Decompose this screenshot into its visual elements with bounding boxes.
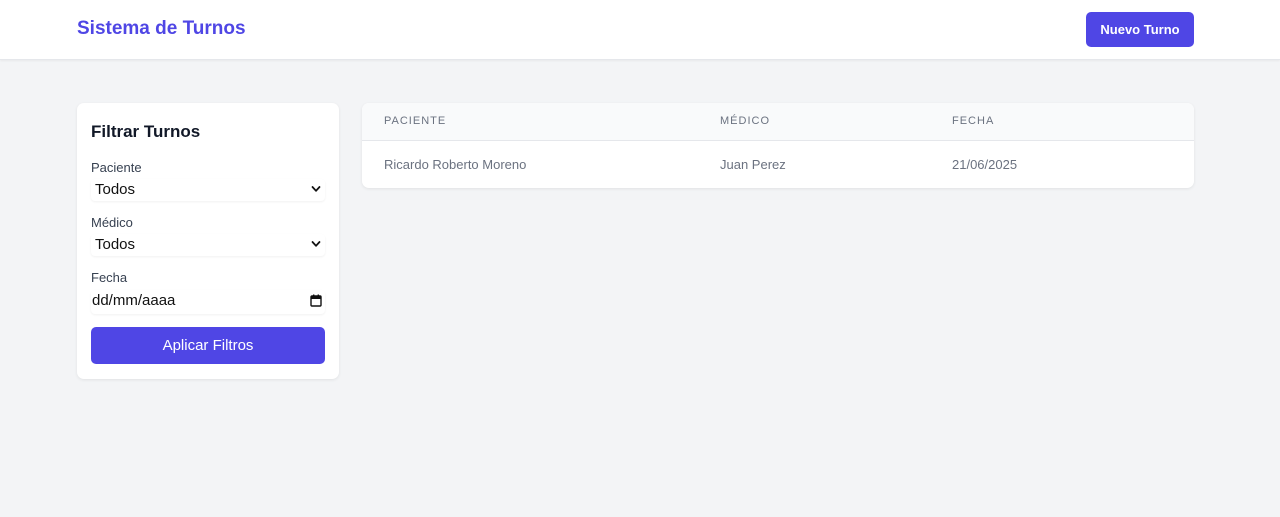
date-input[interactable]: dd/mm/aaaa <box>91 290 325 314</box>
patient-select-value: Todos <box>95 181 136 198</box>
filter-title: Filtrar Turnos <box>91 122 201 141</box>
cell-date: 21/06/2025 <box>952 157 1018 172</box>
table-row[interactable]: Ricardo Roberto Moreno Juan Perez 21/06/… <box>362 142 1194 188</box>
column-header-doctor: Médico <box>720 115 770 127</box>
appointments-table: Paciente Médico Fecha Ricardo Roberto Mo… <box>362 103 1194 188</box>
chevron-down-icon <box>311 241 321 247</box>
column-header-patient: Paciente <box>384 115 447 127</box>
patient-select[interactable]: Todos <box>91 179 325 201</box>
cell-doctor: Juan Perez <box>720 157 786 172</box>
patient-filter-label: Paciente <box>91 160 142 175</box>
doctor-select-value: Todos <box>95 236 136 253</box>
filter-panel: Filtrar Turnos Paciente Todos Médico Tod… <box>77 103 339 379</box>
doctor-select[interactable]: Todos <box>91 234 325 256</box>
top-navbar: Sistema de Turnos Nuevo Turno <box>0 0 1280 60</box>
new-appointment-button[interactable]: Nuevo Turno <box>1086 12 1194 47</box>
date-input-placeholder: dd/mm/aaaa <box>92 292 176 309</box>
doctor-filter-label: Médico <box>91 215 133 230</box>
date-filter-label: Fecha <box>91 270 128 285</box>
app-title[interactable]: Sistema de Turnos <box>77 18 246 40</box>
chevron-down-icon <box>311 186 321 192</box>
apply-filters-button[interactable]: Aplicar Filtros <box>91 327 325 364</box>
table-header: Paciente Médico Fecha <box>362 103 1194 141</box>
column-header-date: Fecha <box>952 115 995 127</box>
calendar-icon[interactable] <box>310 294 322 307</box>
cell-patient: Ricardo Roberto Moreno <box>384 157 527 172</box>
